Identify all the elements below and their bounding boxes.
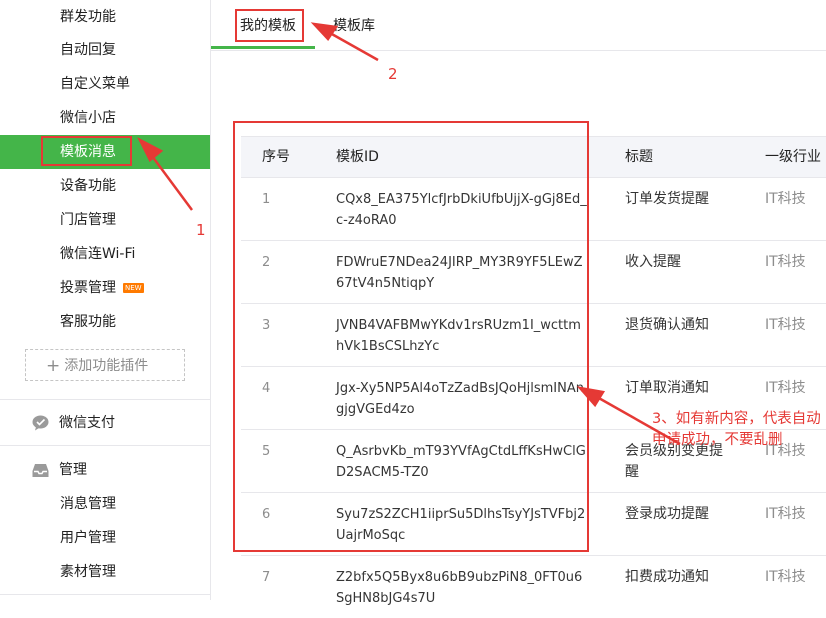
table-row: 6 Syu7zS2ZCH1iiprSu5DlhsTsyYJsTVFbj2UajrM… (241, 492, 826, 555)
table-row: 2 FDWruE7NDea24JIRP_MY3R9YF5LEwZ67tV4n5Nt… (241, 240, 826, 303)
sidebar-item-wechat-pay[interactable]: 微信支付 (0, 408, 210, 438)
template-title: 收入提醒 (625, 254, 681, 270)
sidebar-item-label: 自定义菜单 (60, 76, 130, 92)
section-label: 管理 (59, 462, 87, 478)
template-title: 订单取消通知 (625, 380, 709, 396)
sidebar-item-customer-service[interactable]: 客服功能 (0, 305, 210, 339)
sidebar-item-label: 门店管理 (60, 212, 116, 228)
table-row: 5 Q_AsrbvKb_mT93YVfAgCtdLffKsHwClGD2SACM5… (241, 429, 826, 492)
sidebar-item-device[interactable]: 设备功能 (0, 169, 210, 203)
row-number: 3 (262, 318, 271, 333)
header-industry: 一级行业 (765, 149, 821, 165)
active-tab-indicator (211, 46, 315, 49)
sidebar-item-wechat-store[interactable]: 微信小店 (0, 101, 210, 135)
template-id: Jgx-Xy5NP5Al4oTzZadBsJQoHjlsmINAngjgVGEd… (336, 381, 584, 417)
template-id: JVNB4VAFBMwYKdv1rsRUzm1I_wcttmhVk1BsCSLh… (336, 318, 581, 354)
add-plugin-button[interactable]: + 添加功能插件 (25, 349, 185, 381)
sidebar-item-label: 用户管理 (60, 530, 116, 546)
section-label: 微信支付 (59, 415, 115, 431)
row-number: 2 (262, 255, 271, 270)
template-title: 会员级别变更提醒 (625, 443, 723, 480)
new-badge: NEW (123, 283, 144, 293)
divider (0, 399, 210, 400)
sidebar-item-label: 群发功能 (60, 9, 116, 25)
template-title: 扣费成功通知 (625, 569, 709, 585)
template-id: FDWruE7NDea24JIRP_MY3R9YF5LEwZ67tV4n5Nti… (336, 255, 583, 291)
sidebar-item-label: 客服功能 (60, 314, 116, 330)
plus-icon: + (46, 356, 61, 376)
sidebar-item-mass-send[interactable]: 群发功能 (0, 0, 210, 34)
template-id: Q_AsrbvKb_mT93YVfAgCtdLffKsHwClGD2SACM5-… (336, 444, 586, 480)
tab-bar: 我的模板 模板库 (211, 0, 826, 51)
header-title: 标题 (625, 149, 653, 165)
template-title: 订单发货提醒 (625, 191, 709, 207)
table-row: 3 JVNB4VAFBMwYKdv1rsRUzm1I_wcttmhVk1BsCSL… (241, 303, 826, 366)
row-number: 4 (262, 381, 271, 396)
row-number: 6 (262, 507, 271, 522)
header-no: 序号 (262, 149, 290, 165)
table-row: 1 CQx8_EA375YlcfJrbDkiUfbUjjX-gGj8Ed_c-z4… (241, 177, 826, 240)
sidebar-item-wifi[interactable]: 微信连Wi-Fi (0, 237, 210, 271)
industry: IT科技 (765, 569, 806, 585)
add-plugin-label: 添加功能插件 (64, 358, 149, 374)
sidebar-item-template-message[interactable]: 模板消息 (0, 135, 210, 169)
table-header: 序号 模板ID 标题 一级行业 (241, 136, 826, 177)
section-manage: 管理 (0, 455, 210, 485)
industry: IT科技 (765, 191, 806, 207)
divider (0, 594, 210, 595)
tab-template-library[interactable]: 模板库 (333, 12, 375, 40)
template-id: CQx8_EA375YlcfJrbDkiUfbUjjX-gGj8Ed_c-z4o… (336, 192, 587, 228)
template-title: 登录成功提醒 (625, 506, 709, 522)
sidebar-item-label: 微信连Wi-Fi (60, 246, 136, 262)
sidebar-item-label: 投票管理 (60, 280, 116, 296)
template-title: 退货确认通知 (625, 317, 709, 333)
sidebar-item-custom-menu[interactable]: 自定义菜单 (0, 67, 210, 101)
sidebar-item-vote[interactable]: 投票管理 NEW (0, 271, 210, 305)
sidebar-item-label: 消息管理 (60, 496, 116, 512)
wechat-pay-icon (32, 415, 49, 431)
divider (0, 445, 210, 446)
row-number: 7 (262, 570, 271, 585)
industry: IT科技 (765, 380, 806, 396)
header-template-id: 模板ID (336, 149, 379, 165)
sidebar-item-store-management[interactable]: 门店管理 (0, 203, 210, 237)
sidebar-item-user-management[interactable]: 用户管理 (0, 521, 210, 555)
tab-my-templates[interactable]: 我的模板 (240, 12, 296, 40)
inbox-icon (32, 464, 49, 477)
template-id: Syu7zS2ZCH1iiprSu5DlhsTsyYJsTVFbj2UajrMo… (336, 507, 586, 543)
sidebar-item-label: 设备功能 (60, 178, 116, 194)
table-row: 4 Jgx-Xy5NP5Al4oTzZadBsJQoHjlsmINAngjgVGE… (241, 366, 826, 429)
industry: IT科技 (765, 317, 806, 333)
sidebar-item-label: 自动回复 (60, 42, 116, 58)
industry: IT科技 (765, 506, 806, 522)
sidebar-item-message-management[interactable]: 消息管理 (0, 487, 210, 521)
industry: IT科技 (765, 254, 806, 270)
sidebar-item-label: 微信小店 (60, 110, 116, 126)
table-row: 7 Z2bfx5Q5Byx8u6bB9ubzPiN8_0FT0u6SgHN8bJG… (241, 555, 826, 618)
template-id: Z2bfx5Q5Byx8u6bB9ubzPiN8_0FT0u6SgHN8bJG4… (336, 570, 583, 606)
sidebar-item-label: 模板消息 (60, 144, 116, 160)
row-number: 5 (262, 444, 271, 459)
sidebar: 群发功能 自动回复 自定义菜单 微信小店 模板消息 设备功能 门店管理 微信连W… (0, 0, 211, 600)
row-number: 1 (262, 192, 271, 207)
annotation-2: 2 (388, 65, 398, 83)
sidebar-item-material-management[interactable]: 素材管理 (0, 555, 210, 589)
industry: IT科技 (765, 443, 806, 459)
sidebar-item-label: 素材管理 (60, 564, 116, 580)
sidebar-item-auto-reply[interactable]: 自动回复 (0, 33, 210, 67)
